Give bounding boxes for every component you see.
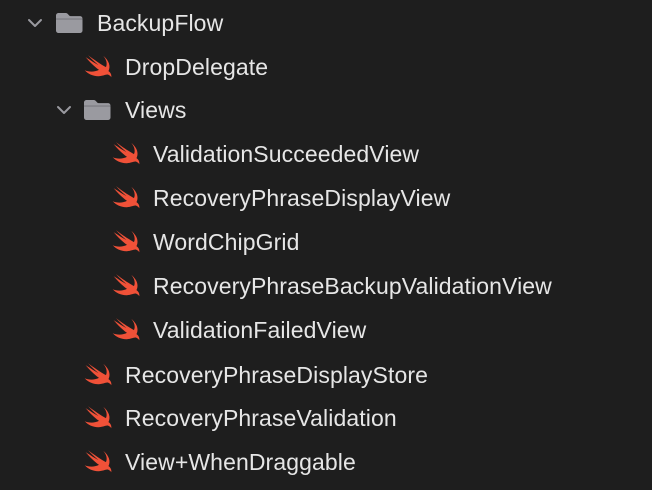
tree-row-file[interactable]: ValidationSucceededView bbox=[0, 134, 652, 174]
swift-file-icon bbox=[84, 449, 114, 475]
folder-icon bbox=[54, 11, 84, 35]
tree-row-file[interactable]: ValidationFailedView bbox=[0, 310, 652, 350]
tree-item-label: BackupFlow bbox=[97, 10, 224, 36]
tree-item-label: ValidationSucceededView bbox=[153, 141, 420, 167]
tree-item-label: Views bbox=[125, 97, 187, 123]
tree-item-label: DropDelegate bbox=[125, 54, 269, 80]
tree-row-file[interactable]: WordChipGrid bbox=[0, 222, 652, 262]
project-navigator: BackupFlow DropDelegate Views Validation… bbox=[0, 0, 652, 490]
tree-item-label: View+WhenDraggable bbox=[125, 449, 356, 475]
folder-icon bbox=[82, 98, 112, 122]
tree-row-backupflow[interactable]: BackupFlow bbox=[0, 3, 652, 43]
tree-row-file[interactable]: RecoveryPhraseDisplayStore bbox=[0, 355, 652, 395]
tree-row-file[interactable]: DropDelegate bbox=[0, 47, 652, 87]
swift-file-icon bbox=[112, 229, 142, 255]
swift-file-icon bbox=[112, 185, 142, 211]
chevron-down-icon[interactable] bbox=[24, 12, 46, 34]
tree-item-label: RecoveryPhraseDisplayView bbox=[153, 185, 451, 211]
swift-file-icon bbox=[84, 362, 114, 388]
tree-item-label: RecoveryPhraseValidation bbox=[125, 405, 397, 431]
chevron-down-icon[interactable] bbox=[53, 99, 75, 121]
tree-row-file[interactable]: RecoveryPhraseValidation bbox=[0, 398, 652, 438]
tree-row-file[interactable]: RecoveryPhraseDisplayView bbox=[0, 178, 652, 218]
tree-row-views[interactable]: Views bbox=[0, 90, 652, 130]
swift-file-icon bbox=[84, 405, 114, 431]
tree-item-label: RecoveryPhraseDisplayStore bbox=[125, 362, 429, 388]
swift-file-icon bbox=[112, 317, 142, 343]
swift-file-icon bbox=[112, 273, 142, 299]
tree-item-label: RecoveryPhraseBackupValidationView bbox=[153, 273, 552, 299]
tree-item-label: WordChipGrid bbox=[153, 229, 300, 255]
tree-row-file[interactable]: View+WhenDraggable bbox=[0, 442, 652, 482]
tree-row-file[interactable]: RecoveryPhraseBackupValidationView bbox=[0, 266, 652, 306]
tree-item-label: ValidationFailedView bbox=[153, 317, 367, 343]
swift-file-icon bbox=[112, 141, 142, 167]
swift-file-icon bbox=[84, 54, 114, 80]
